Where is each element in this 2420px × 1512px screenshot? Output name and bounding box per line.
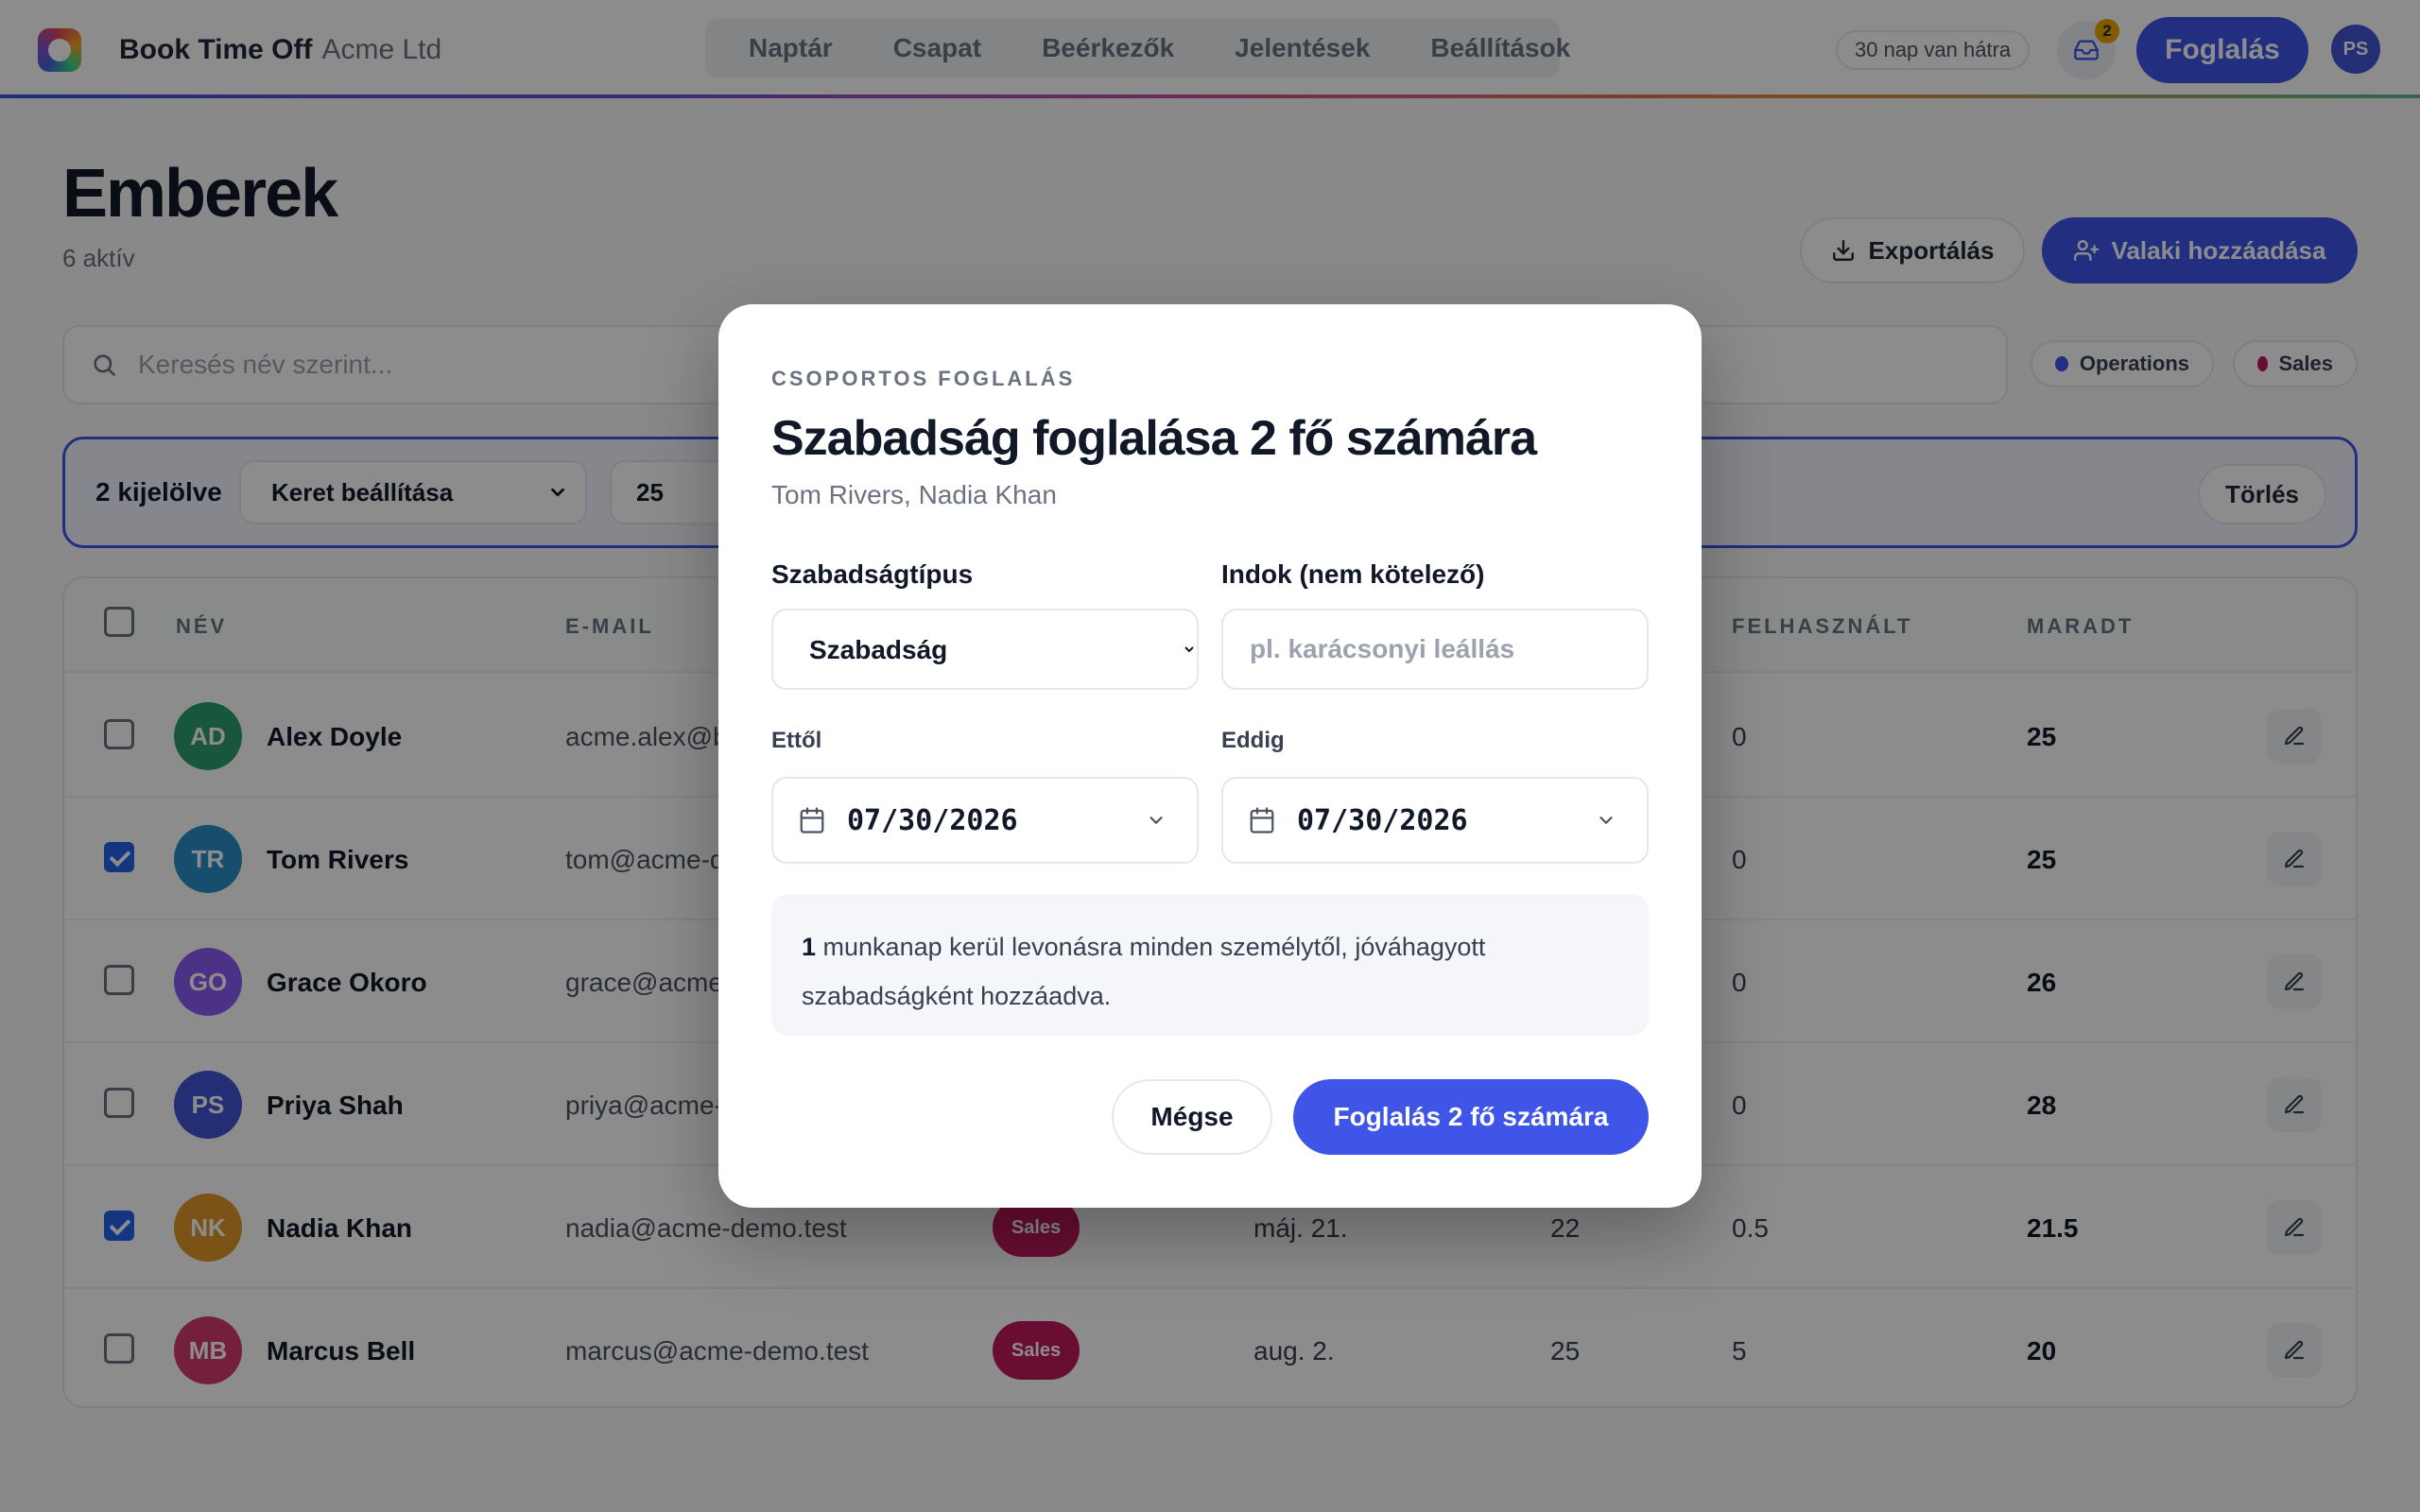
deduction-text: munkanap kerül levonásra minden személyt… xyxy=(802,933,1486,1010)
reason-label: Indok (nem kötelező) xyxy=(1221,559,1485,589)
to-date-input[interactable]: 07/30/2026 xyxy=(1221,777,1649,864)
leave-type-label: Szabadságtípus xyxy=(771,559,974,589)
chevron-down-icon xyxy=(1150,816,1163,824)
from-date-label: Ettől xyxy=(771,728,822,753)
to-date-label: Eddig xyxy=(1221,728,1285,753)
from-date-value: 07/30/2026 xyxy=(847,803,1018,837)
confirm-booking-button[interactable]: Foglalás 2 fő számára xyxy=(1293,1079,1649,1155)
from-date-input[interactable]: 07/30/2026 xyxy=(771,777,1199,864)
cancel-button[interactable]: Mégse xyxy=(1112,1079,1272,1155)
to-date-value: 07/30/2026 xyxy=(1297,803,1468,837)
workday-count: 1 xyxy=(802,933,817,961)
reason-input[interactable] xyxy=(1221,609,1649,690)
calendar-icon xyxy=(1250,807,1274,833)
dialog-eyebrow: CSOPORTOS FOGLALÁS xyxy=(771,367,1076,390)
deduction-summary: 1 munkanap kerül levonásra minden személ… xyxy=(771,894,1649,1036)
bulk-booking-dialog: CSOPORTOS FOGLALÁS Szabadság foglalása 2… xyxy=(718,304,1702,1208)
calendar-icon xyxy=(800,807,824,833)
chevron-down-icon xyxy=(1599,816,1613,824)
dialog-title: Szabadság foglalása 2 fő számára xyxy=(771,411,1537,466)
leave-type-select[interactable]: Szabadság xyxy=(771,609,1199,690)
dialog-people: Tom Rivers, Nadia Khan xyxy=(771,480,1057,509)
